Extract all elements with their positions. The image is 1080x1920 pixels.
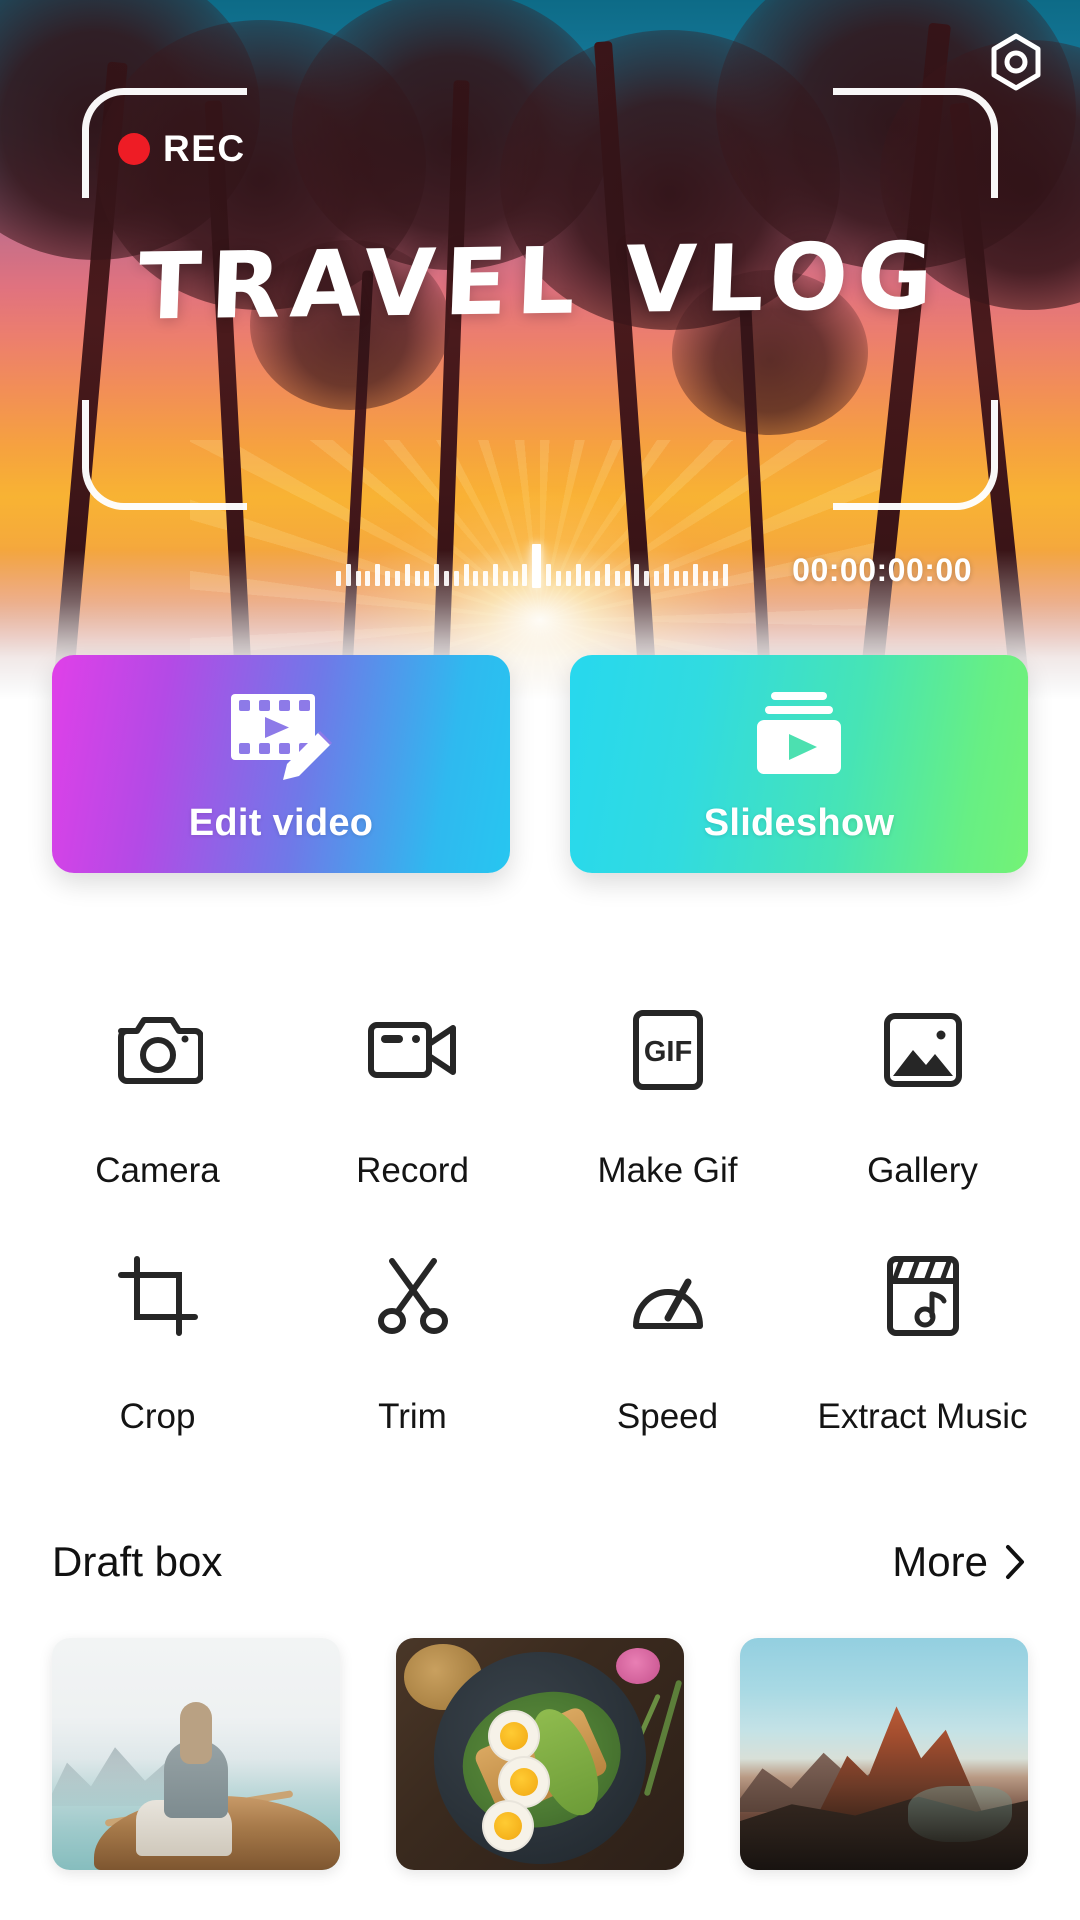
slideshow-label: Slideshow [703,801,895,844]
svg-text:GIF: GIF [643,1036,691,1068]
tool-gallery[interactable]: Gallery [795,985,1050,1231]
tool-gallery-label: Gallery [867,1151,978,1190]
timeline-playhead[interactable] [532,544,542,588]
tool-grid: Camera Record GIF Make Gif Gallery Crop … [0,985,1080,1477]
image-icon [881,1003,965,1097]
gif-icon: GIF [630,1003,706,1097]
chevron-right-icon [1006,1545,1024,1579]
camera-icon [113,1003,203,1097]
video-camera-icon [366,1003,460,1097]
stacked-slides-play-icon [757,691,841,774]
tool-camera[interactable]: Camera [30,985,285,1231]
crop-icon [117,1249,199,1343]
edit-video-card[interactable]: Edit video [52,655,510,873]
tool-record[interactable]: Record [285,985,540,1231]
viewfinder-corner-top-right [833,88,998,198]
hero-banner: REC TRAVEL VLOG 00:00:00:00 [0,0,1080,700]
tool-crop-label: Crop [119,1397,196,1436]
tool-speed-label: Speed [616,1397,719,1436]
hexagon-settings-icon [991,33,1041,91]
tool-crop[interactable]: Crop [30,1231,285,1477]
rec-dot-icon [118,133,150,165]
scissors-icon [372,1249,454,1343]
edit-video-label: Edit video [188,801,374,844]
tool-make-gif-label: Make Gif [597,1151,738,1190]
tool-make-gif[interactable]: GIF Make Gif [540,985,795,1231]
film-strip-pencil-icon [231,693,333,780]
tool-trim[interactable]: Trim [285,1231,540,1477]
timeline-ruler[interactable] [336,544,728,588]
slideshow-card[interactable]: Slideshow [570,655,1028,873]
viewfinder-corner-bottom-right [833,400,998,510]
draft-box-list [0,1638,1080,1870]
primary-action-cards: Edit video Slideshow [0,655,1080,873]
tool-camera-label: Camera [95,1151,220,1190]
tool-record-label: Record [356,1151,469,1190]
draft-thumbnail-lake-boat[interactable] [52,1638,340,1870]
draft-box-title: Draft box [52,1538,223,1585]
rec-label: REC [163,128,246,169]
speedometer-icon [626,1249,710,1343]
draft-box-more-label: More [892,1538,988,1585]
video-editor-home-screen: REC TRAVEL VLOG 00:00:00:00 Edit video S… [0,0,1080,1920]
rec-badge: REC [118,128,246,170]
tool-speed[interactable]: Speed [540,1231,795,1477]
tool-trim-label: Trim [378,1397,447,1436]
draft-thumbnail-food-plate[interactable] [396,1638,684,1870]
draft-box-more-button[interactable]: More [892,1538,1028,1586]
draft-thumbnail-mountain[interactable] [740,1638,1028,1870]
clapperboard-music-icon [884,1249,962,1343]
tool-extract-music[interactable]: Extract Music [795,1231,1050,1477]
draft-box-header: Draft box More [0,1538,1080,1586]
timecode-display: 00:00:00:00 [792,552,972,588]
settings-button[interactable] [980,26,1052,98]
viewfinder-corner-bottom-left [82,400,247,510]
tool-extract-music-label: Extract Music [817,1397,1028,1436]
hero-title: TRAVEL VLOG [136,222,944,341]
